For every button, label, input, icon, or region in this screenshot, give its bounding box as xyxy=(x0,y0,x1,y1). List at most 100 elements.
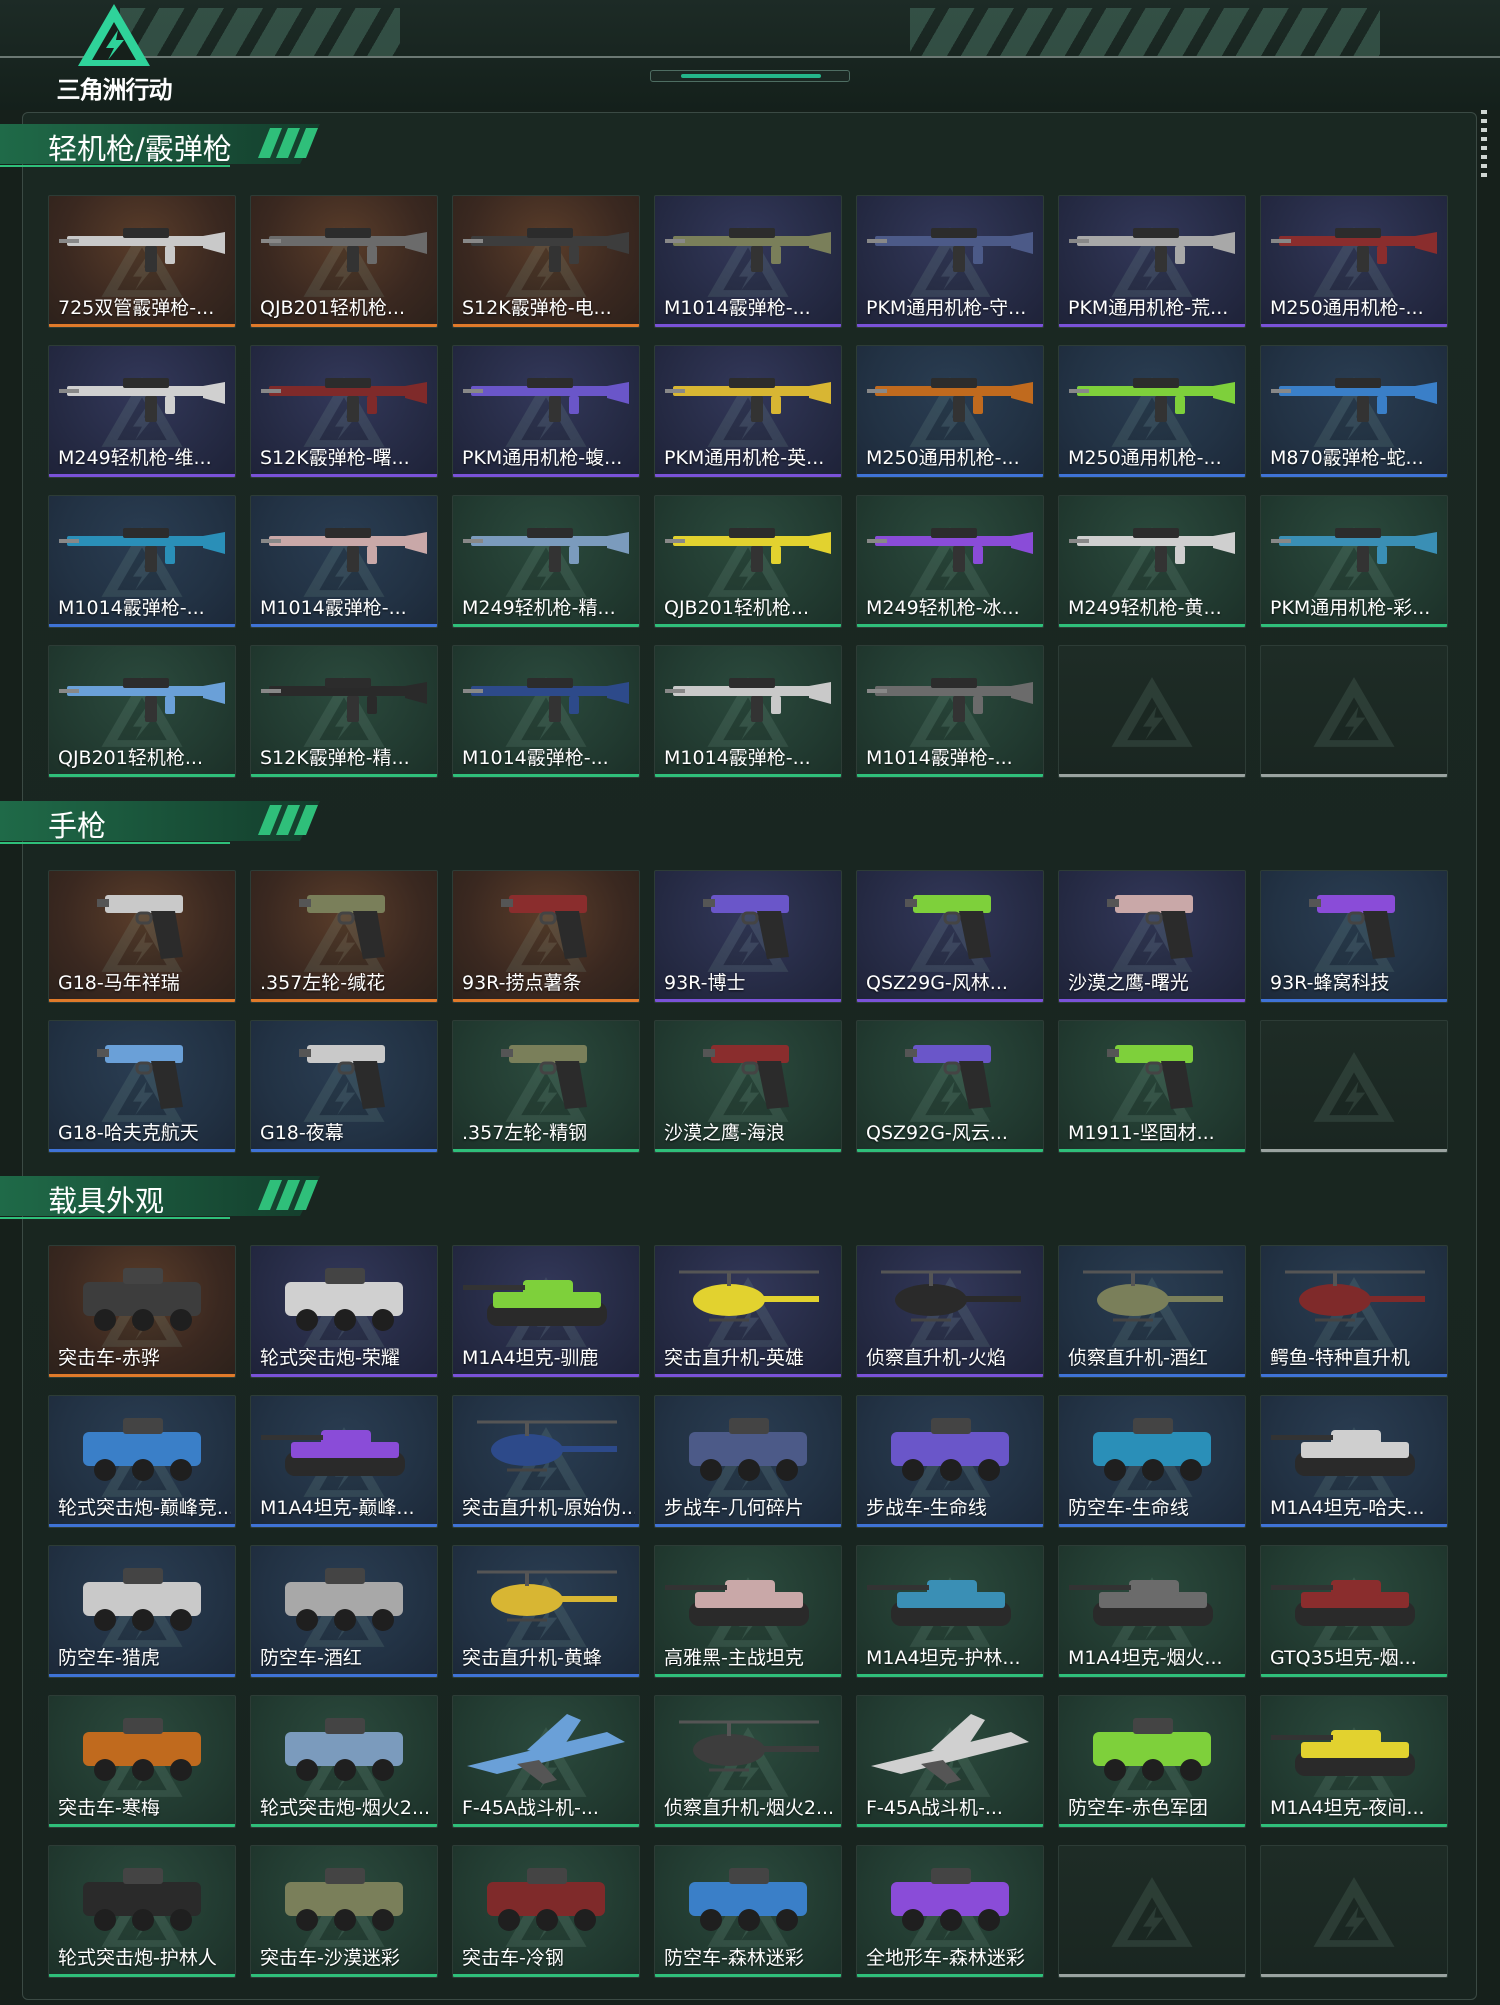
item-card[interactable]: M1A4坦克-护林... xyxy=(856,1545,1044,1678)
item-card[interactable]: 侦察直升机-烟火2... xyxy=(654,1695,842,1828)
item-card[interactable]: M1014霰弹枪-... xyxy=(654,195,842,328)
item-card[interactable]: F-45A战斗机-... xyxy=(856,1695,1044,1828)
item-card[interactable]: 防空车-酒红 xyxy=(250,1545,438,1678)
rarity-bar xyxy=(857,624,1043,627)
empty-slot xyxy=(1058,645,1246,778)
item-card[interactable]: 突击车-冷钢 xyxy=(452,1845,640,1978)
item-card[interactable]: 防空车-猎虎 xyxy=(48,1545,236,1678)
item-card[interactable]: G18-马年祥瑞 xyxy=(48,870,236,1003)
vehicle-icon xyxy=(83,1268,201,1331)
item-card[interactable]: 轮式突击炮-荣耀 xyxy=(250,1245,438,1378)
weapon-icon xyxy=(261,378,427,422)
item-card[interactable]: M249轻机枪-冰... xyxy=(856,495,1044,628)
item-card[interactable]: PKM通用机枪-英... xyxy=(654,345,842,478)
item-name: F-45A战斗机-... xyxy=(462,1797,599,1819)
item-card[interactable]: QSZ92G-风云... xyxy=(856,1020,1044,1153)
section-title: 轻机枪/霰弹枪 xyxy=(48,132,232,166)
item-card[interactable]: 轮式突击炮-护林人 xyxy=(48,1845,236,1978)
item-card[interactable]: 沙漠之鹰-海浪 xyxy=(654,1020,842,1153)
item-card[interactable]: S12K霰弹枪-精... xyxy=(250,645,438,778)
rarity-bar xyxy=(1261,324,1447,327)
item-card[interactable]: 防空车-森林迷彩 xyxy=(654,1845,842,1978)
item-card[interactable]: 轮式突击炮-巅峰竞... xyxy=(48,1395,236,1528)
scroll-indicator[interactable] xyxy=(1481,110,1487,180)
item-card[interactable]: 轮式突击炮-烟火2... xyxy=(250,1695,438,1828)
tank-icon xyxy=(1271,1580,1415,1626)
rarity-bar xyxy=(857,999,1043,1002)
item-card[interactable]: M1014霰弹枪-... xyxy=(48,495,236,628)
item-card[interactable]: 鳄鱼-特种直升机 xyxy=(1260,1245,1448,1378)
item-card[interactable]: S12K霰弹枪-电... xyxy=(452,195,640,328)
item-card[interactable]: 突击直升机-黄蜂 xyxy=(452,1545,640,1678)
item-card[interactable]: 高雅黑-主战坦克 xyxy=(654,1545,842,1678)
rarity-bar xyxy=(1059,1149,1245,1152)
jet-icon xyxy=(871,1714,1029,1784)
item-card[interactable]: M1A4坦克-烟火... xyxy=(1058,1545,1246,1678)
item-card[interactable]: 侦察直升机-酒红 xyxy=(1058,1245,1246,1378)
item-card[interactable]: 突击车-赤骅 xyxy=(48,1245,236,1378)
item-card[interactable]: G18-夜幕 xyxy=(250,1020,438,1153)
item-card[interactable]: PKM通用机枪-蝮... xyxy=(452,345,640,478)
item-name: 轮式突击炮-荣耀 xyxy=(260,1347,400,1369)
weapon-icon xyxy=(1271,228,1437,272)
item-card[interactable]: G18-哈夫克航天 xyxy=(48,1020,236,1153)
rarity-bar xyxy=(251,324,437,327)
item-card[interactable]: .357左轮-精钢 xyxy=(452,1020,640,1153)
item-card[interactable]: 防空车-赤色军团 xyxy=(1058,1695,1246,1828)
item-card[interactable]: 步战车-几何碎片 xyxy=(654,1395,842,1528)
item-card[interactable]: M249轻机枪-精... xyxy=(452,495,640,628)
item-card[interactable]: 突击直升机-原始伪... xyxy=(452,1395,640,1528)
item-card[interactable]: M1014霰弹枪-... xyxy=(250,495,438,628)
pistol-icon xyxy=(905,895,991,959)
vehicle-icon xyxy=(689,1418,807,1481)
item-card[interactable]: 防空车-生命线 xyxy=(1058,1395,1246,1528)
rarity-bar xyxy=(1059,999,1245,1002)
item-card[interactable]: 突击车-寒梅 xyxy=(48,1695,236,1828)
item-name: 93R-蜂窝科技 xyxy=(1270,972,1390,994)
item-card[interactable]: M250通用机枪-... xyxy=(856,345,1044,478)
weapon-icon xyxy=(261,678,427,722)
item-card[interactable]: M1A4坦克-夜间... xyxy=(1260,1695,1448,1828)
weapon-icon xyxy=(1069,378,1235,422)
item-card[interactable]: QSZ29G-风林... xyxy=(856,870,1044,1003)
item-card[interactable]: 步战车-生命线 xyxy=(856,1395,1044,1528)
item-name: PKM通用机枪-蝮... xyxy=(462,447,623,469)
item-card[interactable]: 725双管霰弹枪-... xyxy=(48,195,236,328)
item-card[interactable]: 突击直升机-英雄 xyxy=(654,1245,842,1378)
item-card[interactable]: QJB201轻机枪... xyxy=(250,195,438,328)
item-card[interactable]: M250通用机枪-... xyxy=(1260,195,1448,328)
item-name: 步战车-几何碎片 xyxy=(664,1497,804,1519)
item-card[interactable]: .357左轮-缄花 xyxy=(250,870,438,1003)
item-card[interactable]: 93R-博士 xyxy=(654,870,842,1003)
rarity-bar xyxy=(453,1674,639,1677)
item-card[interactable]: QJB201轻机枪... xyxy=(654,495,842,628)
item-card[interactable]: PKM通用机枪-荒... xyxy=(1058,195,1246,328)
item-card[interactable]: F-45A战斗机-... xyxy=(452,1695,640,1828)
item-card[interactable]: M870霰弹枪-蛇... xyxy=(1260,345,1448,478)
rarity-bar xyxy=(453,1974,639,1977)
item-card[interactable]: M1014霰弹枪-... xyxy=(654,645,842,778)
item-card[interactable]: 沙漠之鹰-曙光 xyxy=(1058,870,1246,1003)
item-card[interactable]: QJB201轻机枪... xyxy=(48,645,236,778)
item-card[interactable]: M250通用机枪-... xyxy=(1058,345,1246,478)
item-card[interactable]: 侦察直升机-火焰 xyxy=(856,1245,1044,1378)
item-card[interactable]: M1A4坦克-驯鹿 xyxy=(452,1245,640,1378)
weapon-icon xyxy=(1069,528,1235,572)
item-card[interactable]: PKM通用机枪-彩... xyxy=(1260,495,1448,628)
item-card[interactable]: 突击车-沙漠迷彩 xyxy=(250,1845,438,1978)
item-card[interactable]: M1014霰弹枪-... xyxy=(452,645,640,778)
item-card[interactable]: M1014霰弹枪-... xyxy=(856,645,1044,778)
item-card[interactable]: M249轻机枪-黄... xyxy=(1058,495,1246,628)
item-card[interactable]: PKM通用机枪-守... xyxy=(856,195,1044,328)
rarity-bar xyxy=(49,1524,235,1527)
item-card[interactable]: 93R-蜂窝科技 xyxy=(1260,870,1448,1003)
item-card[interactable]: M1A4坦克-哈夫... xyxy=(1260,1395,1448,1528)
item-card[interactable]: GTQ35坦克-烟... xyxy=(1260,1545,1448,1678)
rarity-bar xyxy=(1261,999,1447,1002)
item-card[interactable]: M249轻机枪-维... xyxy=(48,345,236,478)
item-card[interactable]: S12K霰弹枪-曙... xyxy=(250,345,438,478)
item-card[interactable]: 93R-捞点薯条 xyxy=(452,870,640,1003)
item-card[interactable]: M1911-坚固材... xyxy=(1058,1020,1246,1153)
item-card[interactable]: 全地形车-森林迷彩 xyxy=(856,1845,1044,1978)
item-card[interactable]: M1A4坦克-巅峰... xyxy=(250,1395,438,1528)
